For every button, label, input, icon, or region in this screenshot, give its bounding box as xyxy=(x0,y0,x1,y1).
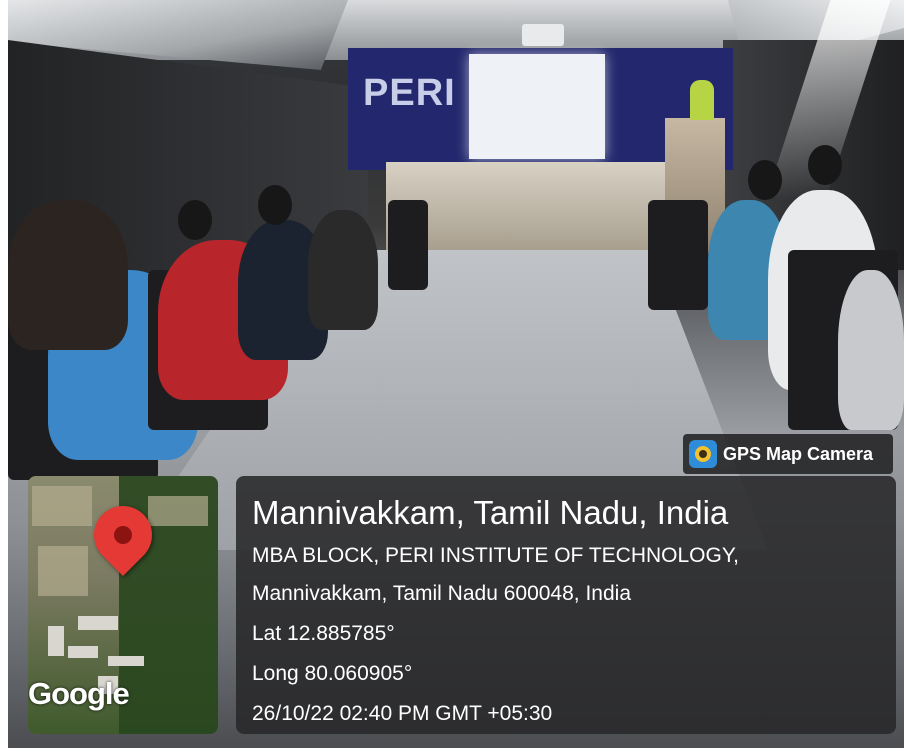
chair xyxy=(388,200,428,290)
speaker xyxy=(690,80,714,120)
audience-head xyxy=(748,160,782,200)
location-info-panel: Mannivakkam, Tamil Nadu, India MBA BLOCK… xyxy=(236,476,896,734)
projection-screen xyxy=(469,54,605,159)
map-building xyxy=(48,626,64,656)
timestamp: 26/10/22 02:40 PM GMT +05:30 xyxy=(252,702,553,725)
stage-desk xyxy=(386,162,666,250)
banner-logo-text: PERI xyxy=(363,72,456,114)
audience-member xyxy=(308,210,378,330)
audience-head xyxy=(178,200,212,240)
longitude: Long 80.060905° xyxy=(252,662,413,685)
projector xyxy=(522,24,564,46)
address-line-1: MBA BLOCK, PERI INSTITUTE OF TECHNOLOGY, xyxy=(252,544,739,567)
google-attribution: Google xyxy=(28,676,130,711)
map-building xyxy=(108,656,144,666)
map-building xyxy=(78,616,118,630)
audience-head xyxy=(258,185,292,225)
badge-label: GPS Map Camera xyxy=(723,444,874,464)
geotagged-photo-frame: PERI GPS Map Camera Google Mannivakkam, … xyxy=(0,0,906,752)
location-title: Mannivakkam, Tamil Nadu, India xyxy=(252,494,729,531)
audience-left xyxy=(8,160,428,480)
audience-member xyxy=(838,270,904,430)
map-thumbnail: Google xyxy=(28,476,218,734)
map-building xyxy=(68,646,98,658)
audience-head xyxy=(808,145,842,185)
latitude: Lat 12.885785° xyxy=(252,622,395,645)
address-line-2: Mannivakkam, Tamil Nadu 600048, India xyxy=(252,582,631,605)
chair xyxy=(648,200,708,310)
audience-member xyxy=(8,200,128,350)
location-pin-dot xyxy=(114,526,132,544)
audience-right xyxy=(648,140,904,470)
gps-map-camera-app-icon xyxy=(689,440,717,468)
gps-map-camera-badge: GPS Map Camera xyxy=(683,434,893,474)
